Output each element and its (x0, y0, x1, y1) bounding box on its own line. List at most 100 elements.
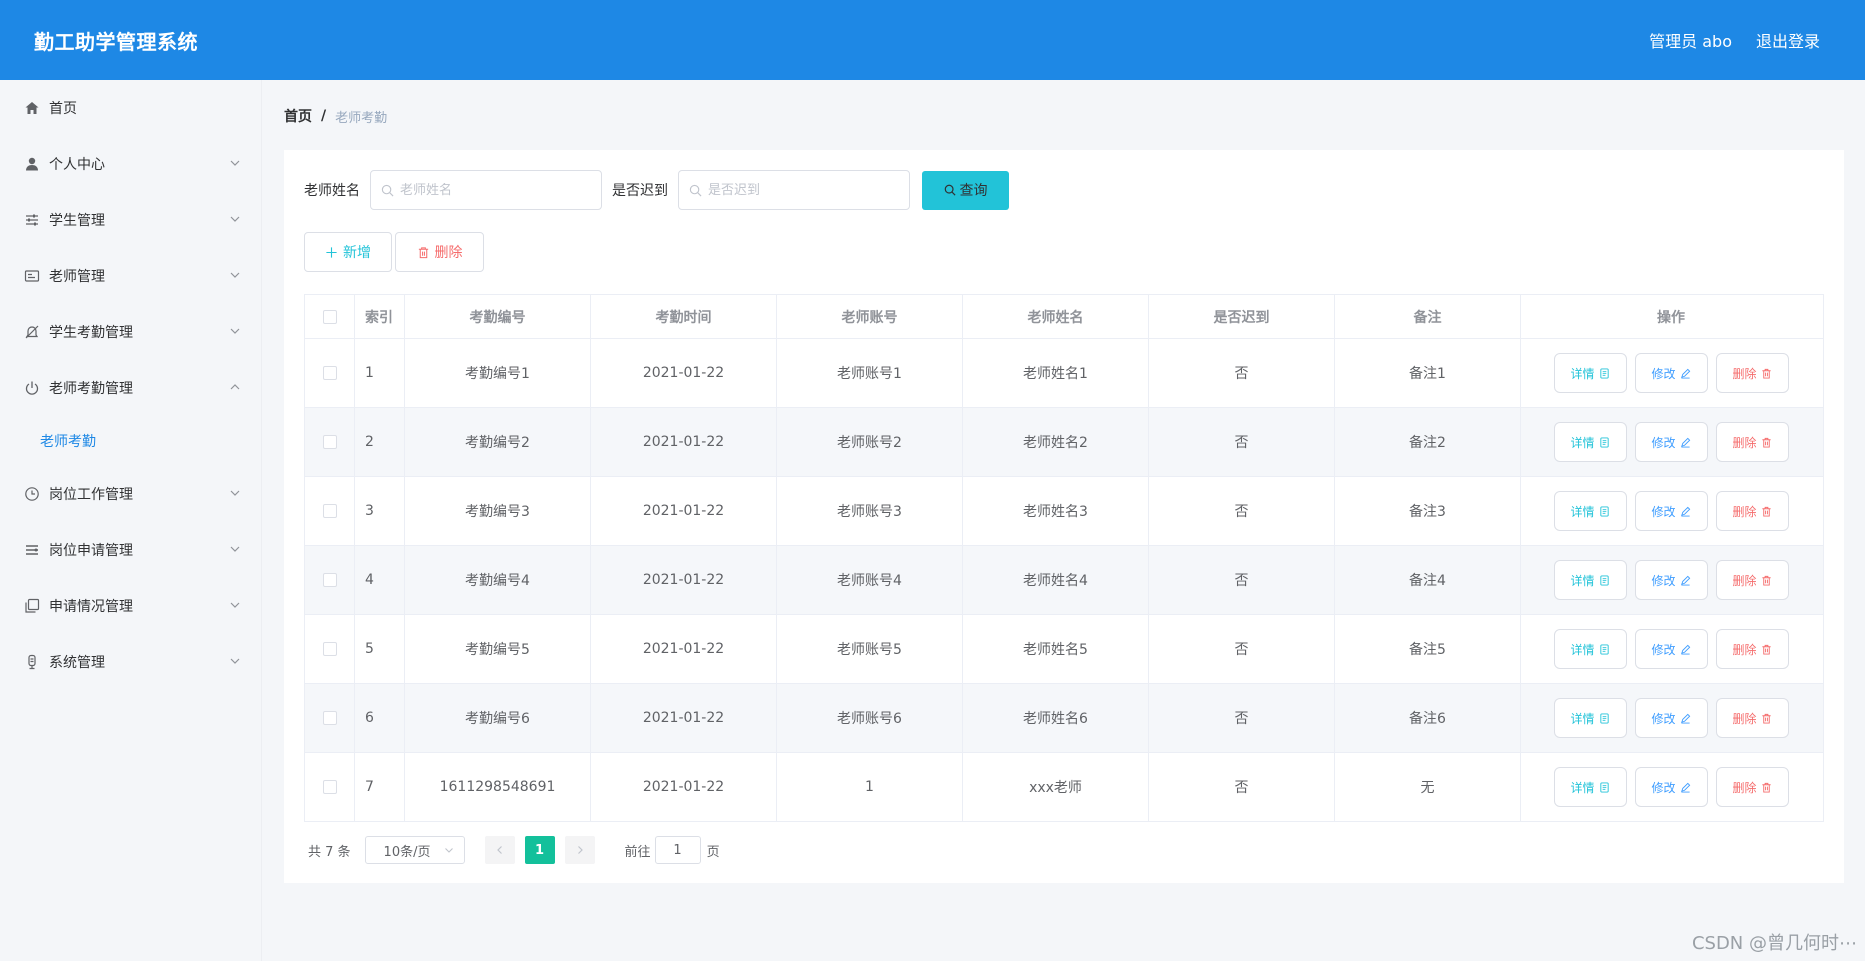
detail-button[interactable]: 详情 (1553, 491, 1627, 531)
sidebar-item-home[interactable]: 首页 (0, 80, 261, 136)
cell-late: 否 (1149, 408, 1335, 476)
goto-label: 前往 (624, 844, 651, 860)
edit-icon (1680, 575, 1690, 586)
delete-button[interactable]: 删除 (1715, 698, 1789, 738)
sidebar-item-label: 系统管理 (49, 655, 105, 671)
delete-button[interactable]: 删除 (1715, 422, 1789, 462)
detail-button[interactable]: 详情 (1553, 629, 1627, 669)
row-checkbox[interactable] (322, 642, 337, 656)
header-cell: 索引 (355, 295, 405, 338)
sidebar-item-student-management[interactable]: 学生管理 (0, 192, 261, 248)
sidebar-item-label: 老师管理 (49, 269, 105, 285)
cell-code: 考勤编号5 (405, 615, 591, 683)
sidebar-item-job-work[interactable]: 岗位工作管理 (0, 466, 261, 522)
row-checkbox[interactable] (322, 711, 337, 725)
row-actions: 详情 修改 删除 (1521, 408, 1821, 476)
delete-label: 删除 (1732, 573, 1757, 588)
row-checkbox[interactable] (322, 504, 337, 518)
row-checkbox[interactable] (322, 573, 337, 587)
edit-icon (1680, 437, 1690, 448)
add-button[interactable]: 新增 (304, 232, 392, 272)
clock-icon (24, 486, 40, 502)
search-form: 老师姓名 是否迟到 查询 (304, 170, 1009, 210)
detail-label: 详情 (1570, 573, 1595, 588)
batch-delete-button[interactable]: 删除 (395, 232, 484, 272)
detail-button[interactable]: 详情 (1553, 560, 1627, 600)
breadcrumb: 首页 / 老师考勤 (284, 106, 387, 126)
batch-delete-label: 删除 (434, 245, 463, 261)
header-select-cell (305, 295, 355, 338)
header-cell: 老师姓名 (963, 295, 1149, 338)
sidebar-item-label: 个人中心 (49, 157, 105, 173)
breadcrumb-current: 老师考勤 (335, 110, 388, 126)
page-size-select[interactable]: 10条/页 (364, 836, 465, 864)
cell-code: 考勤编号6 (405, 684, 591, 752)
table-header-row: 索引 考勤编号 考勤时间 老师账号 老师姓名 是否迟到 备注 操作 (305, 295, 1823, 339)
trash-icon (1761, 437, 1771, 448)
header-cell: 老师账号 (777, 295, 963, 338)
chevron-down-icon (229, 157, 241, 169)
table-row: 1 考勤编号1 2021-01-22 老师账号1 老师姓名1 否备注1 详情 修改 删除 (305, 339, 1823, 408)
breadcrumb-home[interactable]: 首页 (284, 106, 312, 126)
teacher-name-input[interactable] (400, 182, 590, 198)
page-number-button[interactable]: 1 (524, 836, 555, 864)
edit-icon (1680, 368, 1690, 379)
detail-button[interactable]: 详情 (1553, 422, 1627, 462)
delete-button[interactable]: 删除 (1715, 767, 1789, 807)
jump-page-input[interactable] (654, 836, 701, 864)
sidebar-item-application-status[interactable]: 申请情况管理 (0, 578, 261, 634)
sidebar-item-system-management[interactable]: 系统管理 (0, 634, 261, 690)
edit-button[interactable]: 修改 (1634, 422, 1708, 462)
sidebar-item-teacher-management[interactable]: 老师管理 (0, 248, 261, 304)
row-checkbox[interactable] (322, 435, 337, 449)
row-checkbox[interactable] (322, 780, 337, 794)
delete-label: 删除 (1732, 780, 1757, 795)
edit-button[interactable]: 修改 (1634, 629, 1708, 669)
delete-button[interactable]: 删除 (1715, 560, 1789, 600)
pagination: 共 7 条 10条/页 1 前往 页 (308, 836, 720, 864)
delete-button[interactable]: 删除 (1715, 353, 1789, 393)
sidebar-item-job-application[interactable]: 岗位申请管理 (0, 522, 261, 578)
edit-button[interactable]: 修改 (1634, 560, 1708, 600)
edit-button[interactable]: 修改 (1634, 698, 1708, 738)
table-body: 1 考勤编号1 2021-01-22 老师账号1 老师姓名1 否备注1 详情 修改 删除 2 考勤编… (305, 339, 1823, 822)
delete-button[interactable]: 删除 (1715, 629, 1789, 669)
detail-button[interactable]: 详情 (1553, 353, 1627, 393)
sidebar-item-teacher-attendance[interactable]: 老师考勤管理 (0, 360, 261, 416)
sidebar-item-student-attendance[interactable]: 学生考勤管理 (0, 304, 261, 360)
edit-button[interactable]: 修改 (1634, 353, 1708, 393)
sidebar-item-label: 岗位申请管理 (49, 543, 133, 559)
delete-label: 删除 (1732, 435, 1757, 450)
cell-late: 否 (1149, 684, 1335, 752)
prev-page-button[interactable] (484, 836, 515, 864)
home-icon (24, 100, 40, 116)
document-icon (1599, 712, 1609, 724)
query-button[interactable]: 查询 (922, 170, 1009, 210)
detail-button[interactable]: 详情 (1553, 767, 1627, 807)
select-all-checkbox[interactable] (322, 309, 337, 324)
delete-label: 删除 (1732, 504, 1757, 519)
plus-icon (326, 246, 337, 258)
table-row: 6 考勤编号6 2021-01-22 老师账号6 老师姓名6 否备注6 详情 修改 删除 (305, 684, 1823, 753)
logout-link[interactable]: 退出登录 (1756, 28, 1820, 52)
delete-button[interactable]: 删除 (1715, 491, 1789, 531)
late-input[interactable] (708, 182, 898, 198)
cell-name: xxx老师 (963, 753, 1149, 821)
row-checkbox[interactable] (322, 366, 337, 380)
cell-late: 否 (1149, 615, 1335, 683)
next-page-button[interactable] (564, 836, 595, 864)
cell-code: 考勤编号1 (405, 339, 591, 407)
breadcrumb-separator: / (321, 108, 327, 124)
detail-label: 详情 (1570, 435, 1595, 450)
sidebar-item-personal-center[interactable]: 个人中心 (0, 136, 261, 192)
edit-button[interactable]: 修改 (1634, 767, 1708, 807)
table-row: 7 1611298548691 2021-01-22 1 xxx老师否无 详情 修改 删除 (305, 753, 1823, 822)
edit-label: 修改 (1651, 366, 1676, 381)
id-card-icon (24, 268, 40, 284)
submenu-item-teacher-attendance[interactable]: 老师考勤 (0, 416, 261, 466)
edit-button[interactable]: 修改 (1634, 491, 1708, 531)
detail-button[interactable]: 详情 (1553, 698, 1627, 738)
action-bar: 新增 删除 (304, 232, 484, 272)
chevron-up-icon (229, 381, 241, 393)
cell-account: 老师账号5 (777, 615, 963, 683)
